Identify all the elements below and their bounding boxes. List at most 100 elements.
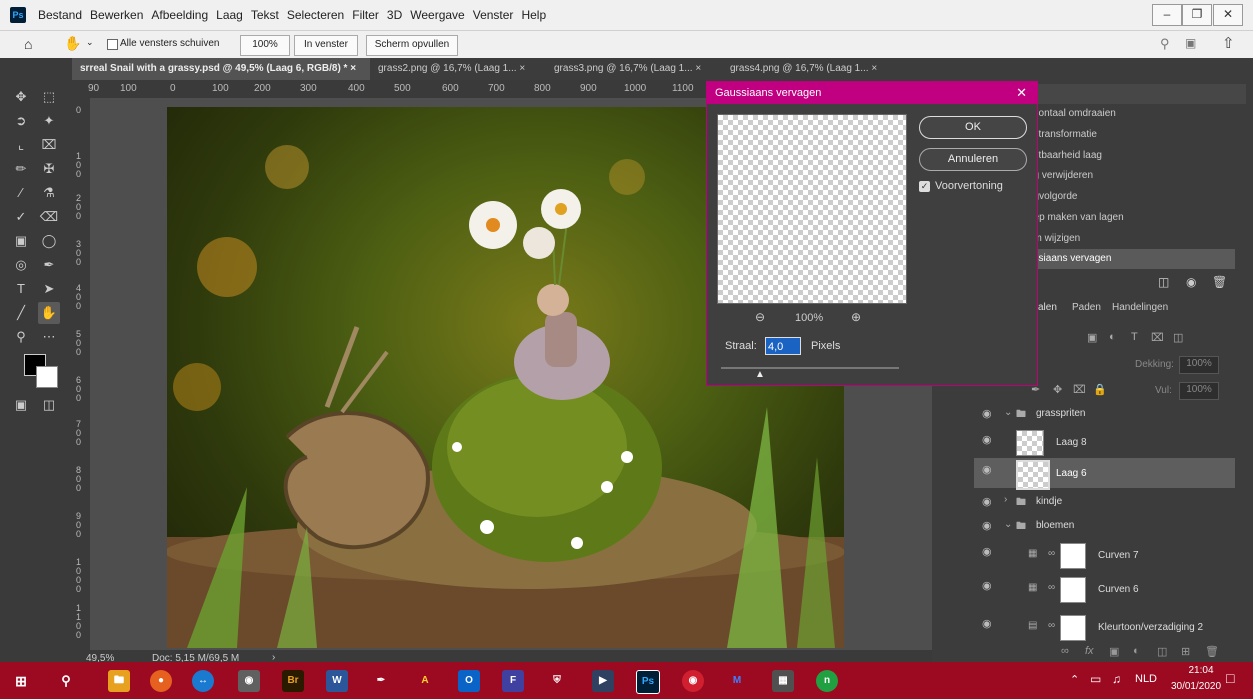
chevron-down-icon[interactable]: ⌄ xyxy=(1004,519,1012,530)
notification-icon[interactable]: □ xyxy=(1226,670,1234,686)
zoom-tool-icon[interactable]: ⚲ xyxy=(10,326,32,348)
eye-icon[interactable]: ◉ xyxy=(982,519,992,532)
screen-mode-icon[interactable]: ◫ xyxy=(38,394,60,416)
blur-preview[interactable] xyxy=(717,114,907,304)
clock-time[interactable]: 21:04 xyxy=(1176,665,1226,676)
calculator-icon[interactable]: ▦ xyxy=(772,670,794,692)
start-icon[interactable]: ⊞ xyxy=(10,670,32,692)
volume-icon[interactable]: ♫ xyxy=(1112,672,1121,686)
crop-tool-icon[interactable]: ⌞ xyxy=(10,134,32,156)
eye-icon[interactable]: ◉ xyxy=(982,579,992,592)
layer-group-row[interactable]: ◉ › 🖿 kindje xyxy=(974,490,1235,514)
adjustment-icon[interactable]: ◐ xyxy=(1133,645,1140,657)
shield-icon[interactable]: ⛨ xyxy=(546,670,568,692)
tab-layers[interactable]: alen xyxy=(1038,302,1057,313)
history-brush-icon[interactable]: ✓ xyxy=(10,206,32,228)
eye-icon[interactable]: ◉ xyxy=(982,545,992,558)
layer-row[interactable]: ◉ Laag 8 xyxy=(974,428,1235,456)
filter-shape-icon[interactable]: ⌧ xyxy=(1151,331,1164,344)
teamviewer-icon[interactable]: ↔ xyxy=(192,670,214,692)
fit-window-button[interactable]: In venster xyxy=(294,35,358,56)
hand-tool-icon[interactable]: ✋ xyxy=(38,302,60,324)
ai-icon[interactable]: A xyxy=(414,670,436,692)
pen-icon[interactable]: ✒ xyxy=(370,670,392,692)
lock-all-icon[interactable]: 🔒 xyxy=(1093,383,1107,396)
menu-venster[interactable]: Venster xyxy=(473,8,514,22)
eyedropper-icon[interactable]: ✏ xyxy=(10,158,32,180)
history-item[interactable]: rizontaal omdraaien xyxy=(1010,104,1235,124)
radius-input[interactable]: 4,0 xyxy=(765,337,801,355)
radius-slider-track[interactable] xyxy=(721,367,899,369)
webcam-icon[interactable]: ◉ xyxy=(238,670,260,692)
tray-chevron-icon[interactable]: ⌃ xyxy=(1070,673,1079,686)
layer-row-selected[interactable]: ◉ Laag 6 xyxy=(974,458,1235,490)
new-layer-icon[interactable]: ⊞ xyxy=(1181,645,1190,658)
close-icon[interactable]: ✕ xyxy=(1016,85,1027,101)
path-selection-icon[interactable]: ➤ xyxy=(38,278,60,300)
menu-weergave[interactable]: Weergave xyxy=(410,8,464,22)
clone-stamp-icon[interactable]: ⚗ xyxy=(38,182,60,204)
screen-record-icon[interactable]: ◉ xyxy=(682,670,704,692)
menu-help[interactable]: Help xyxy=(521,8,546,22)
outlook-icon[interactable]: O xyxy=(458,670,480,692)
share-icon[interactable]: ⇧ xyxy=(1222,34,1235,52)
firefox-icon[interactable]: ● xyxy=(150,670,172,692)
trash-icon[interactable]: 🗑 xyxy=(1212,275,1227,289)
adjustment-layer-row[interactable]: ◉ ▤ ∞ Kleurtoon/verzadiging 2 xyxy=(974,612,1235,642)
frame-tool-icon[interactable]: ⌧ xyxy=(38,134,60,156)
add-mask-icon[interactable]: ▣ xyxy=(1109,645,1119,658)
menu-afbeelding[interactable]: Afbeelding xyxy=(151,8,208,22)
adjustment-layer-row[interactable]: ◉ ▦ ∞ Curven 6 xyxy=(974,574,1235,604)
history-item[interactable]: ag verwijderen xyxy=(1010,166,1235,186)
preview-checkbox[interactable]: ✓ xyxy=(919,181,930,192)
eraser-tool-icon[interactable]: ⌫ xyxy=(38,206,60,228)
background-color-swatch[interactable] xyxy=(36,366,58,388)
filter-pixel-icon[interactable]: ▣ xyxy=(1087,331,1097,344)
hand-tool-icon[interactable]: ✋ xyxy=(64,35,81,52)
menu-tekst[interactable]: Tekst xyxy=(251,8,279,22)
quick-mask-icon[interactable]: ▣ xyxy=(10,394,32,416)
lock-position-icon[interactable]: ✥ xyxy=(1053,383,1062,396)
scroll-all-checkbox[interactable] xyxy=(107,39,118,50)
history-item[interactable]: oep maken van lagen xyxy=(1010,208,1235,228)
link-layers-icon[interactable]: ∞ xyxy=(1061,645,1069,657)
eye-icon[interactable]: ◉ xyxy=(982,407,992,420)
tab-grass2[interactable]: grass2.png @ 16,7% (Laag 1... × xyxy=(370,58,546,80)
magic-wand-icon[interactable]: ✦ xyxy=(38,110,60,132)
file-explorer-icon[interactable]: 🖿 xyxy=(108,670,130,692)
eye-icon[interactable]: ◉ xyxy=(982,495,992,508)
fx-icon[interactable]: fx xyxy=(1085,645,1094,657)
camera-icon[interactable]: ◉ xyxy=(1186,275,1196,289)
menu-filter[interactable]: Filter xyxy=(352,8,379,22)
home-icon[interactable]: ⌂ xyxy=(24,36,32,52)
history-item[interactable]: je transformatie xyxy=(1010,125,1235,145)
fill-screen-button[interactable]: Scherm opvullen xyxy=(366,35,458,56)
new-document-icon[interactable]: ◫ xyxy=(1158,275,1169,289)
menu-selecteren[interactable]: Selecteren xyxy=(287,8,344,22)
fill-field[interactable]: 100% xyxy=(1179,382,1219,400)
word-icon[interactable]: W xyxy=(326,670,348,692)
network-icon[interactable]: ▭ xyxy=(1090,672,1101,686)
gradient-tool-icon[interactable]: ▣ xyxy=(10,230,32,252)
search-icon[interactable]: ⚲ xyxy=(55,670,77,692)
type-tool-icon[interactable]: T xyxy=(10,278,32,300)
tab-snail-document[interactable]: srreal Snail with a grassy.psd @ 49,5% (… xyxy=(72,58,370,80)
chevron-down-icon[interactable]: ⌄ xyxy=(86,37,94,48)
brush-tool-icon[interactable]: ⁄ xyxy=(10,182,32,204)
move-tool-icon[interactable]: ✥ xyxy=(10,86,32,108)
tab-actions[interactable]: Handelingen xyxy=(1112,302,1168,313)
eye-icon[interactable]: ◉ xyxy=(982,433,992,446)
menu-3d[interactable]: 3D xyxy=(387,8,402,22)
media-icon[interactable]: ▶ xyxy=(592,670,614,692)
tab-grass3[interactable]: grass3.png @ 16,7% (Laag 1... × xyxy=(546,58,722,80)
history-item[interactable]: am wijzigen xyxy=(1010,229,1235,249)
zoom-out-icon[interactable]: ⊖ xyxy=(755,310,765,324)
filter-adjustment-icon[interactable]: ◐ xyxy=(1109,331,1116,343)
line-tool-icon[interactable]: ╱ xyxy=(10,302,32,324)
workspace-icon[interactable]: ▣ xyxy=(1185,36,1196,50)
zoom-in-icon[interactable]: ⊕ xyxy=(851,310,861,324)
close-window-button[interactable]: ✕ xyxy=(1213,4,1243,26)
cancel-button[interactable]: Annuleren xyxy=(919,148,1027,171)
zoom-100-button[interactable]: 100% xyxy=(240,35,290,56)
eye-icon[interactable]: ◉ xyxy=(982,463,992,476)
